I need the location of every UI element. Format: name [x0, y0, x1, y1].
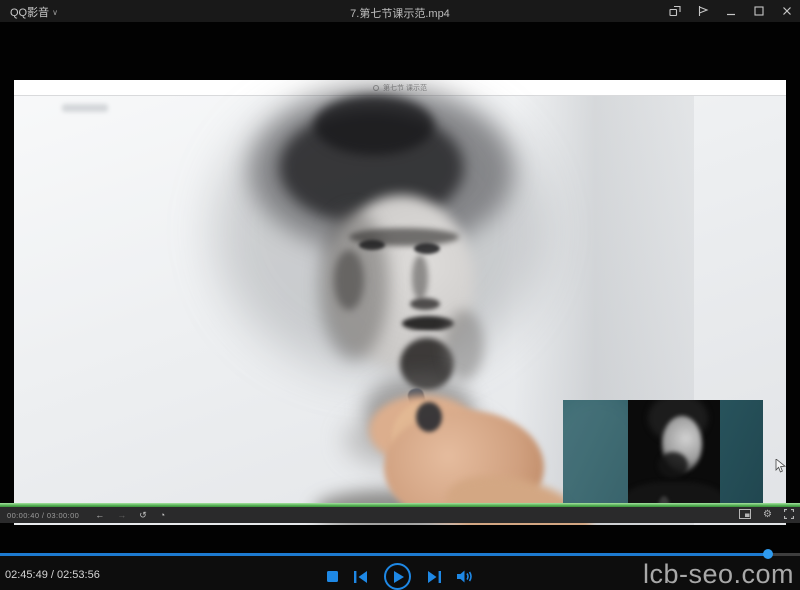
- stop-icon: [327, 571, 338, 582]
- previous-icon: [354, 571, 368, 583]
- mini-mode-icon: [669, 5, 681, 17]
- fullscreen-icon[interactable]: [784, 506, 794, 524]
- volume-button[interactable]: [457, 570, 473, 583]
- close-button[interactable]: [780, 4, 794, 18]
- pin-on-top-button[interactable]: [696, 4, 710, 18]
- pin-icon: [697, 5, 709, 17]
- close-icon: [781, 5, 793, 17]
- back-arrow-icon[interactable]: ←: [95, 511, 104, 520]
- seek-bar-fill: [0, 553, 768, 556]
- replay-icon[interactable]: ↺: [139, 511, 147, 520]
- play-button[interactable]: [384, 563, 411, 590]
- mouse-cursor: [775, 459, 786, 478]
- player-control-bar: 02:45:49 / 02:53:56: [0, 556, 800, 590]
- maximize-button[interactable]: [752, 4, 766, 18]
- maximize-icon: [753, 5, 765, 17]
- reference-photo-inset: [563, 400, 763, 519]
- forward-arrow-icon[interactable]: →: [117, 511, 126, 520]
- next-icon: [427, 571, 441, 583]
- stop-button[interactable]: [327, 571, 338, 582]
- right-eye: [414, 243, 440, 254]
- minimize-button[interactable]: [724, 4, 738, 18]
- previous-button[interactable]: [354, 571, 368, 583]
- next-button[interactable]: [427, 571, 441, 583]
- app-menu[interactable]: QQ影音 ∨: [10, 4, 58, 20]
- gear-icon[interactable]: ⚙: [763, 510, 772, 520]
- window-titlebar[interactable]: QQ影音 ∨ 7.第七节课示范.mp4: [0, 0, 800, 22]
- reference-portrait-photo: [628, 400, 720, 519]
- embedded-time-display: 00:00:40 / 03:00:00: [7, 511, 79, 520]
- embedded-control-bar: 00:00:40 / 03:00:00 ← → ↺ ◔ ⚙: [0, 507, 800, 523]
- video-display-area[interactable]: 第七节 课示范: [0, 22, 800, 553]
- pip-icon[interactable]: [739, 506, 751, 524]
- play-icon: [394, 571, 404, 583]
- minimize-icon: [725, 5, 737, 17]
- seek-bar[interactable]: [0, 553, 800, 556]
- seek-bar-knob[interactable]: [763, 549, 773, 559]
- site-watermark: lcb-seo.com: [643, 559, 794, 590]
- clock-icon[interactable]: ◔: [160, 511, 165, 520]
- volume-icon: [457, 570, 473, 583]
- chevron-down-icon: ∨: [52, 8, 58, 17]
- left-eye: [359, 240, 385, 250]
- mini-mode-button[interactable]: [668, 4, 682, 18]
- app-name-label: QQ影音: [10, 4, 49, 20]
- paper-watermark: [62, 104, 108, 112]
